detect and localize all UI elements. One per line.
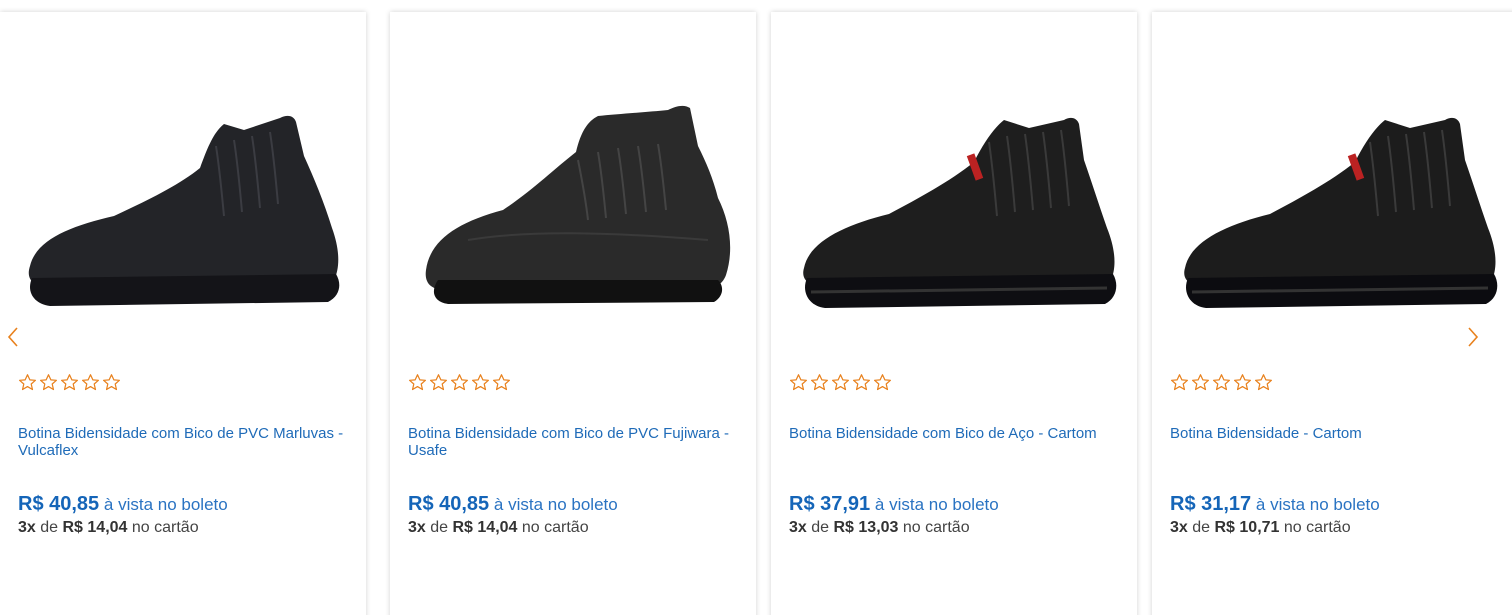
- star-outline-icon: [81, 373, 100, 392]
- product-card[interactable]: Botina Bidensidade com Bico de Aço - Car…: [771, 12, 1137, 615]
- star-outline-icon: [852, 373, 871, 392]
- star-outline-icon: [1254, 373, 1273, 392]
- price-value: R$ 31,17: [1170, 493, 1252, 515]
- star-outline-icon: [471, 373, 490, 392]
- star-outline-icon: [18, 373, 37, 392]
- price-value: R$ 37,91: [789, 493, 871, 515]
- product-image[interactable]: [789, 90, 1119, 320]
- installment-info: 3x de R$ 14,04 no cartão: [408, 519, 589, 537]
- boot-image: [425, 105, 731, 304]
- cash-price: R$ 37,91 à vista no boleto: [789, 493, 999, 516]
- installment-value: R$ 14,04: [452, 519, 518, 536]
- product-carousel: Botina Bidensidade com Bico de PVC Fujiw…: [0, 0, 1512, 615]
- installment-value: R$ 10,71: [1214, 519, 1280, 536]
- installments-of: de: [430, 519, 449, 536]
- star-rating: [789, 373, 892, 392]
- star-rating: [1170, 373, 1273, 392]
- star-outline-icon: [60, 373, 79, 392]
- installment-value: R$ 13,03: [833, 519, 899, 536]
- installment-value: R$ 14,04: [62, 519, 128, 536]
- installments-count: 3x: [789, 519, 807, 536]
- carousel-next-button[interactable]: [1462, 322, 1484, 352]
- product-image[interactable]: [18, 90, 348, 320]
- boot-image: [803, 117, 1117, 308]
- star-outline-icon: [1233, 373, 1252, 392]
- boot-image: [28, 115, 340, 306]
- product-card[interactable]: Botina Bidensidade com Bico de PVC Fujiw…: [390, 12, 756, 615]
- star-outline-icon: [102, 373, 121, 392]
- price-value: R$ 40,85: [408, 493, 490, 515]
- installment-info: 3x de R$ 13,03 no cartão: [789, 519, 970, 537]
- star-outline-icon: [1191, 373, 1210, 392]
- installments-count: 3x: [1170, 519, 1188, 536]
- star-outline-icon: [492, 373, 511, 392]
- star-outline-icon: [1170, 373, 1189, 392]
- product-card[interactable]: Botina Bidensidade com Bico de PVC Marlu…: [0, 12, 366, 615]
- product-image[interactable]: [1170, 90, 1500, 320]
- installments-label: no cartão: [521, 519, 589, 536]
- star-outline-icon: [429, 373, 448, 392]
- cash-price: R$ 40,85 à vista no boleto: [18, 493, 228, 516]
- installments-count: 3x: [408, 519, 426, 536]
- product-name-link[interactable]: Botina Bidensidade com Bico de PVC Fujiw…: [408, 425, 748, 459]
- star-outline-icon: [810, 373, 829, 392]
- price-label: à vista no boleto: [493, 495, 618, 514]
- cash-price: R$ 40,85 à vista no boleto: [408, 493, 618, 516]
- price-label: à vista no boleto: [1255, 495, 1380, 514]
- price-label: à vista no boleto: [103, 495, 228, 514]
- star-outline-icon: [408, 373, 427, 392]
- price-value: R$ 40,85: [18, 493, 100, 515]
- star-outline-icon: [831, 373, 850, 392]
- star-outline-icon: [873, 373, 892, 392]
- star-rating: [18, 373, 121, 392]
- chevron-left-icon: [6, 325, 20, 349]
- installments-of: de: [811, 519, 830, 536]
- installments-label: no cartão: [131, 519, 199, 536]
- installments-of: de: [40, 519, 59, 536]
- installments-label: no cartão: [902, 519, 970, 536]
- carousel-prev-button[interactable]: [2, 322, 24, 352]
- chevron-right-icon: [1466, 325, 1480, 349]
- product-name-link[interactable]: Botina Bidensidade com Bico de Aço - Car…: [789, 425, 1129, 442]
- installment-info: 3x de R$ 10,71 no cartão: [1170, 519, 1351, 537]
- star-outline-icon: [1212, 373, 1231, 392]
- installment-info: 3x de R$ 14,04 no cartão: [18, 519, 199, 537]
- star-outline-icon: [450, 373, 469, 392]
- product-image[interactable]: [408, 90, 738, 320]
- product-card[interactable]: Botina Bidensidade - Cartom R$ 31,17 à v…: [1152, 12, 1512, 615]
- star-rating: [408, 373, 511, 392]
- star-outline-icon: [789, 373, 808, 392]
- installments-of: de: [1192, 519, 1211, 536]
- star-outline-icon: [39, 373, 58, 392]
- product-name-link[interactable]: Botina Bidensidade - Cartom: [1170, 425, 1510, 442]
- price-label: à vista no boleto: [874, 495, 999, 514]
- installments-count: 3x: [18, 519, 36, 536]
- installments-label: no cartão: [1283, 519, 1351, 536]
- cash-price: R$ 31,17 à vista no boleto: [1170, 493, 1380, 516]
- product-name-link[interactable]: Botina Bidensidade com Bico de PVC Marlu…: [18, 425, 358, 459]
- boot-image: [1184, 117, 1498, 308]
